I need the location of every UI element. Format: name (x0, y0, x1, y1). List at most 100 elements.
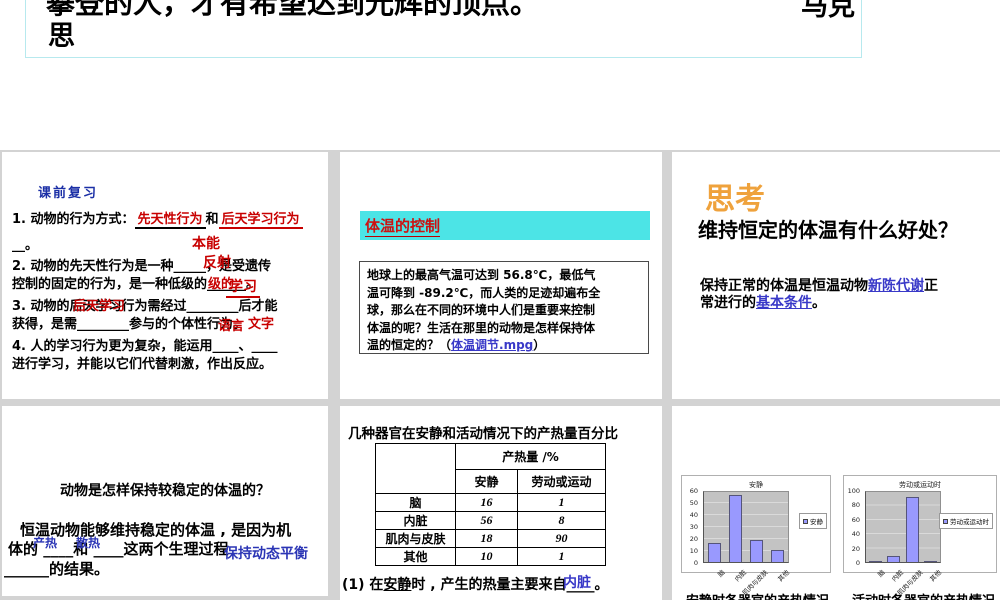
question-underlined: 安静 (383, 577, 412, 593)
think-answer-pre: 保持正常的体温是恒温动物 (700, 278, 868, 294)
caption-active: 活动时各器官的产热情况 (852, 590, 995, 600)
quote-attribution: 马克 (801, 0, 855, 22)
organ-label: 其他 (375, 547, 456, 566)
review-q2-line1: 2. 动物的先天性行为是一种_____，是受遗传 (12, 259, 272, 274)
x-label-cell: 其他 (922, 566, 944, 592)
heat-table-col-active: 劳动或运动 (517, 469, 606, 494)
review-q4-line2: 进行学习，并能以它们代替刺激，作出反应。 (12, 357, 273, 372)
stable-line1: 恒温动物能够维持稳定的体温 , 是因为机 (20, 521, 292, 539)
y-tick-label: 0 (855, 559, 860, 567)
bar-chart-rest: 安静 0 10 20 30 40 50 60 脑内脏 肌肉与皮肤 其他 安静 (681, 475, 831, 597)
slide-thumbnail-intro[interactable]: 体温的控制 地球上的最高气温可达到 56.8℃，最低气 温可降到 -89.2℃，… (340, 152, 662, 399)
intro-line5: 温的恒定的？（体温调节.mpg） (367, 337, 641, 355)
intro-line5-post: ） (533, 338, 546, 352)
y-tick-label: 0 (693, 559, 698, 567)
metabolism-link[interactable]: 新陈代谢 (868, 278, 924, 294)
x-tick-label: 其他 (776, 568, 792, 584)
heat-table-col-rest: 安静 (455, 469, 518, 494)
heat-table-answer-viscera: 内脏 (563, 575, 591, 591)
slide-thumbnail-stable-temp[interactable]: 动物是怎样保持较稳定的体温的？ 恒温动物能够维持稳定的体温 , 是因为机 体的 … (2, 406, 328, 596)
review-q4-line1: 4. 人的学习行为更为复杂，能运用____、____ (12, 339, 278, 354)
organ-label: 脑 (375, 493, 456, 512)
review-answer-instinct: 本能 (192, 236, 220, 252)
x-axis-labels: 脑内脏 肌肉与皮肤 其他 (865, 566, 944, 597)
chart-legend: 安静 (799, 513, 827, 529)
bar (771, 550, 784, 562)
y-tick-label: 60 (851, 515, 860, 524)
bars (866, 492, 940, 562)
review-q1: 1. 动物的行为方式： 先天性行为和后天学习行为 (12, 208, 303, 229)
stable-answer-heat-production: 产热 (33, 536, 58, 550)
think-answer-mid: 正 (924, 278, 938, 294)
x-label-cell: 其他 (768, 566, 792, 592)
y-tick-label: 10 (689, 547, 698, 555)
x-label-cell: 肌肉与皮肤 (895, 566, 924, 597)
x-axis-labels: 脑内脏 肌肉与皮肤 其他 (703, 566, 792, 597)
slide-thumbnail-think[interactable]: 思考 维持恒定的体温有什么好处？ 保持正常的体温是恒温动物新陈代谢正 常进行的基… (672, 152, 1000, 399)
review-q1-and: 和 (205, 212, 219, 227)
active-value: 1 (517, 493, 606, 512)
think-answer-line2-pre: 常进行的 (700, 295, 756, 311)
review-q3-line1: 3. 动物的后天学习行为需经过________后才能 (12, 299, 278, 314)
question-mid: 时 , 产生的热量主要来自 (411, 577, 567, 593)
review-answer-innate: 先天性行为 (134, 212, 206, 229)
video-link[interactable]: 体温调节.mpg (451, 338, 533, 352)
y-tick-label: 40 (689, 511, 698, 519)
y-tick-label: 40 (851, 530, 860, 539)
review-title: 课前复习 (38, 186, 99, 201)
review-answer-reflex: 反射 (203, 255, 231, 271)
bar (729, 494, 742, 562)
slide-thumbnail-review[interactable]: 课前复习 1. 动物的行为方式： 先天性行为和后天学习行为 __。 本能 2. 动… (2, 152, 328, 399)
legend-label: 安静 (810, 518, 823, 526)
slide-sorter-area: 课前复习 1. 动物的行为方式： 先天性行为和后天学习行为 __。 本能 2. 动… (0, 150, 1000, 600)
intro-title: 体温的控制 (365, 217, 441, 237)
question-pre: (1) 在 (342, 577, 384, 593)
intro-line1: 地球上的最高气温可达到 56.8℃，最低气 (367, 268, 596, 282)
think-answer-post: 。 (812, 295, 826, 311)
caption-rest: 安静时各器官的产热情况 (686, 590, 829, 600)
chart-legend: 劳动或运动时 (939, 513, 993, 529)
basic-condition-link[interactable]: 基本条件 (756, 295, 812, 311)
review-answer-overlay-acquired: 后天学习 (73, 299, 126, 314)
y-axis: 0 10 20 30 40 50 60 (682, 476, 701, 572)
think-answer: 保持正常的体温是恒温动物新陈代谢正 常进行的基本条件。 (700, 278, 938, 312)
bar (750, 540, 763, 562)
bars (704, 492, 788, 562)
intro-text-box: 地球上的最高气温可达到 56.8℃，最低气 温可降到 -89.2℃，而人类的足迹… (359, 261, 649, 354)
y-tick-label: 50 (689, 499, 698, 507)
slide-thumbnail-charts[interactable]: 安静 0 10 20 30 40 50 60 脑内脏 肌肉与皮肤 其他 安静 劳动或运动时 0 2… (672, 406, 1000, 600)
bar (868, 561, 882, 562)
heat-table-title: 几种器官在安静和活动情况下的产热量百分比 (348, 426, 618, 442)
review-q1-tail: __。 (12, 238, 39, 253)
stable-line3: ______的结果。 (4, 560, 110, 578)
heat-table: 产热量 /% 安静 劳动或运动 脑 16 1 内脏 56 8 肌肉与皮肤 18 … (375, 443, 606, 566)
rest-value: 18 (455, 529, 518, 548)
intro-line4: 体温的呢？生活在那里的动物是怎样保持体 (367, 320, 596, 335)
heat-table-corner-cell (375, 443, 456, 470)
bar (924, 561, 938, 562)
review-answer-learned: 后天学习行为 (218, 212, 303, 229)
x-label-cell: 肌肉与皮肤 (741, 566, 770, 597)
chart-title: 劳动或运动时 (899, 481, 941, 489)
slide-sorter-page: { "colors": { "accent_cyan": "#4ce4e6", … (0, 0, 1000, 600)
y-tick-label: 20 (851, 544, 860, 553)
think-title: 思考 (705, 182, 765, 217)
table-row: 内脏 56 8 (375, 511, 606, 530)
stable-answer-heat-loss: 散热 (76, 536, 101, 550)
quote-attribution-wrap: 思 (48, 21, 75, 52)
organ-label: 肌肉与皮肤 (375, 529, 456, 548)
heat-table-header-row1: 产热量 /% (375, 443, 606, 470)
plot-area (703, 491, 789, 563)
legend-swatch-icon (803, 518, 808, 524)
rest-value: 10 (455, 547, 518, 566)
table-row: 肌肉与皮肤 18 90 (375, 529, 606, 548)
x-tick-label: 其他 (928, 568, 944, 584)
question-post: 。 (594, 577, 609, 593)
slide-thumbnail-heat-table[interactable]: 几种器官在安静和活动情况下的产热量百分比 产热量 /% 安静 劳动或运动 脑 1… (340, 406, 662, 600)
y-tick-label: 60 (689, 487, 698, 495)
slide-thumbnail-quote[interactable]: 攀登的人，才有希望达到光辉的顶点。 马克 思 (25, 0, 862, 58)
y-tick-label: 30 (689, 523, 698, 531)
intro-title-bar: 体温的控制 (360, 211, 650, 240)
heat-table-span-header: 产热量 /% (455, 443, 606, 470)
review-answer-language: 语言 (218, 319, 245, 334)
